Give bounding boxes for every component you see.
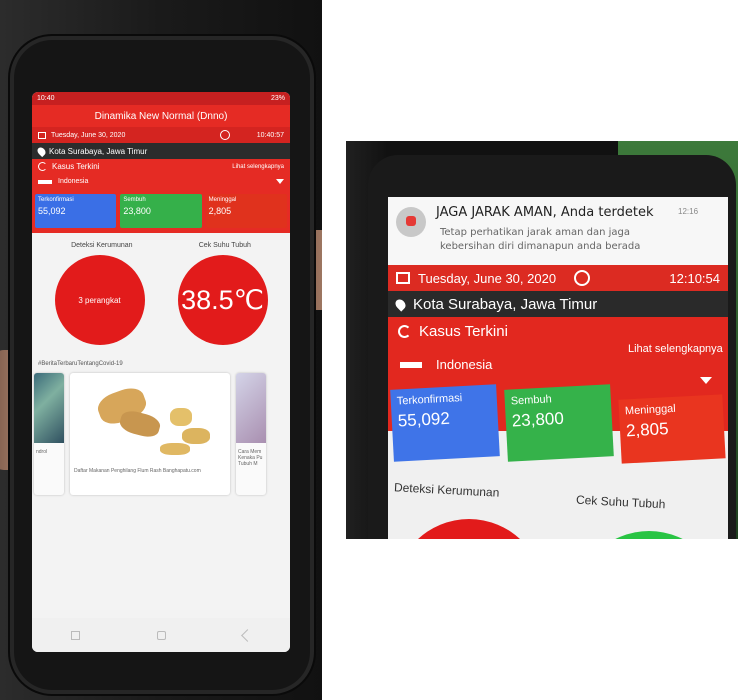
app-notification-icon xyxy=(396,207,426,237)
card-value: 55,092 xyxy=(38,206,66,216)
date-row: Tuesday, June 30, 2020 10:40:57 xyxy=(32,127,290,143)
calendar-icon xyxy=(38,131,46,139)
temp-label: Cek Suhu Tubuh xyxy=(198,242,251,249)
location-pin-icon xyxy=(35,145,48,157)
news-card[interactable]: Daftar Makanan Penghilang Flum Rash Bang… xyxy=(70,373,230,495)
crowd-label: Deteksi Kerumunan xyxy=(71,242,133,249)
status-bar: 10:40 23% xyxy=(32,92,290,105)
android-nav-bar xyxy=(32,618,290,652)
phone-screen: 10:40 23% Dinamika New Normal (Dnno) Tue… xyxy=(32,92,290,652)
feature-buttons: 3 perangkat 38.5℃ xyxy=(32,255,290,345)
date-text: Tuesday, June 30, 2020 xyxy=(51,131,126,139)
notification-body: Tetap perhatikan jarak aman dan jaga xyxy=(440,227,630,238)
crowd-label: Deteksi Kerumunan xyxy=(393,480,500,500)
time-text: 10:40:57 xyxy=(256,131,284,139)
card-confirmed: Terkonfirmasi 55,092 xyxy=(35,194,117,228)
cases-panel: Kasus Terkini Lihat selengkapnya Indones… xyxy=(32,159,290,190)
notification-time: 12:16 xyxy=(678,207,699,216)
stats-cards: Terkonfirmasi 55,092 Sembuh 23,800 Menin… xyxy=(32,190,290,233)
country-name: Indonesia xyxy=(58,178,89,185)
card-value: 2,805 xyxy=(625,419,670,441)
card-label: Sembuh xyxy=(123,197,146,203)
card-label: Terkonfirmasi xyxy=(396,392,463,408)
temp-label: Cek Suhu Tubuh xyxy=(575,492,666,512)
temperature-button[interactable]: 38.5℃ xyxy=(177,255,268,345)
card-confirmed: Terkonfirmasi 55,092 xyxy=(390,384,500,462)
app-title: Dinamika New Normal (Dnno) xyxy=(32,105,290,127)
cases-title: Kasus Terkini xyxy=(52,162,100,171)
notification[interactable]: JAGA JARAK AMAN, Anda terdetek 12:16 Tet… xyxy=(388,197,728,265)
card-label: Meninggal xyxy=(208,197,237,203)
date-row: Tuesday, June 30, 2020 12:10:54 xyxy=(388,265,728,291)
cases-title: Kasus Terkini xyxy=(419,323,508,340)
news-card[interactable]: Cara Mem Kenaka Pu Tubuh M xyxy=(236,373,266,495)
chevron-down-icon[interactable] xyxy=(700,377,712,384)
card-deaths: Meninggal 2,805 xyxy=(618,394,726,464)
flag-icon xyxy=(400,361,422,368)
card-value: 55,092 xyxy=(397,408,451,431)
location-pin-icon xyxy=(393,296,408,312)
news-caption: Daftar Makanan Penghilang Flum Rash Bang… xyxy=(74,468,201,474)
country-name: Indonesia xyxy=(436,357,493,372)
refresh-icon[interactable] xyxy=(398,325,411,338)
notification-body: kebersihan diri dimanapun anda berada xyxy=(440,241,641,252)
clock-icon xyxy=(574,270,591,286)
crowd-detect-button[interactable]: 3 perangkat xyxy=(54,255,145,345)
news-carousel[interactable]: ndrol Daftar Makanan Penghilang Flum Ras… xyxy=(32,373,290,495)
back-icon[interactable] xyxy=(240,628,254,642)
news-caption: Cara Mem Kenaka Pu Tubuh M xyxy=(238,449,263,467)
news-heading: #BeritaTerbaruTentangCovid-19 xyxy=(38,361,123,367)
card-recovered: Sembuh 23,800 xyxy=(504,384,614,462)
phone-screen: JAGA JARAK AMAN, Anda terdetek 12:16 Tet… xyxy=(388,197,728,539)
card-value: 2,805 xyxy=(208,206,232,216)
card-deaths: Meninggal 2,805 xyxy=(205,194,287,228)
chevron-down-icon xyxy=(276,179,284,184)
location-row: Kota Surabaya, Jawa Timur xyxy=(32,143,290,159)
right-phone-photo: JAGA JARAK AMAN, Anda terdetek 12:16 Tet… xyxy=(346,141,738,539)
refresh-icon[interactable] xyxy=(38,162,47,171)
status-time: 10:40 xyxy=(37,95,55,102)
news-image xyxy=(236,373,266,443)
left-phone-photo: 10:40 23% Dinamika New Normal (Dnno) Tue… xyxy=(0,0,322,700)
news-image xyxy=(34,373,64,443)
card-label: Sembuh xyxy=(510,393,553,408)
feature-labels: Deteksi Kerumunan Cek Suhu Tubuh xyxy=(32,233,290,255)
location-text: Kota Surabaya, Jawa Timur xyxy=(49,146,148,156)
country-select[interactable]: Indonesia xyxy=(400,357,492,372)
country-select[interactable]: Indonesia xyxy=(38,178,284,185)
date-text: Tuesday, June 30, 2020 xyxy=(418,270,557,286)
recents-icon[interactable] xyxy=(70,630,80,640)
clock-icon xyxy=(219,130,230,140)
temperature-button[interactable] xyxy=(574,531,724,539)
news-card[interactable]: ndrol xyxy=(34,373,64,495)
see-more-link[interactable]: Lihat selengkapnya xyxy=(232,164,284,170)
stats-cards: Terkonfirmasi 55,092 Sembuh 23,800 Menin… xyxy=(388,384,728,467)
location-text: Kota Surabaya, Jawa Timur xyxy=(413,295,598,313)
card-label: Meninggal xyxy=(624,402,677,418)
calendar-icon xyxy=(396,272,410,284)
card-value: 23,800 xyxy=(123,206,151,216)
news-caption: ndrol xyxy=(36,449,48,455)
location-row: Kota Surabaya, Jawa Timur xyxy=(388,291,728,317)
home-icon[interactable] xyxy=(156,630,166,640)
see-more-link[interactable]: Lihat selengkapnya xyxy=(628,343,723,355)
flag-icon xyxy=(38,179,52,184)
card-label: Terkonfirmasi xyxy=(38,197,74,203)
card-value: 23,800 xyxy=(511,408,565,431)
card-recovered: Sembuh 23,800 xyxy=(120,194,202,228)
crowd-detect-button[interactable] xyxy=(394,519,544,539)
status-battery: 23% xyxy=(270,95,285,102)
time-text: 12:10:54 xyxy=(669,270,720,286)
notification-title: JAGA JARAK AMAN, Anda terdetek xyxy=(436,205,654,220)
